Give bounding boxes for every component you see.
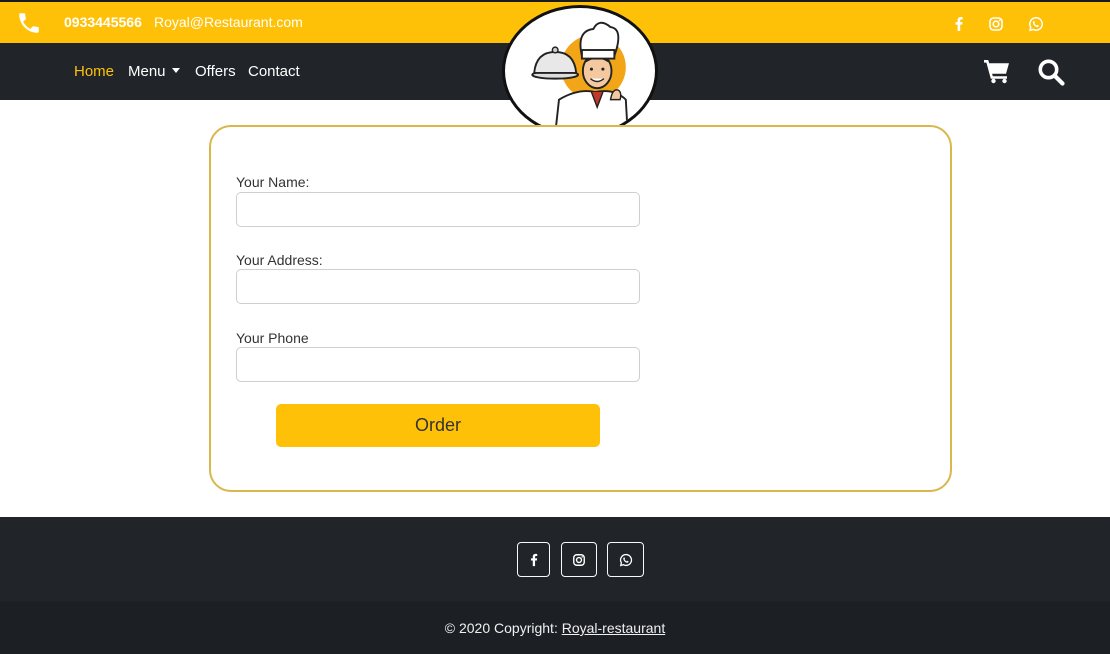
caret-down-icon (171, 68, 180, 73)
name-input[interactable] (236, 192, 640, 227)
address-label: Your Address: (236, 252, 323, 268)
whatsapp-icon[interactable] (1028, 16, 1044, 32)
email-address: Royal@Restaurant.com (154, 14, 303, 30)
phone-icon (16, 10, 42, 36)
search-icon[interactable] (1037, 58, 1065, 86)
footer-whatsapp-icon[interactable] (607, 542, 644, 577)
name-label: Your Name: (236, 174, 310, 190)
chef-logo-image (531, 21, 629, 134)
facebook-icon[interactable] (951, 16, 967, 32)
order-button[interactable]: Order (276, 404, 600, 447)
footer-facebook-icon[interactable] (517, 542, 550, 577)
phone-input[interactable] (236, 347, 640, 382)
phone-label: Your Phone (236, 330, 309, 346)
copyright-bar: © 2020 Copyright: Royal-restaurant (0, 601, 1110, 654)
nav-menu-dropdown[interactable]: Menu (128, 63, 180, 80)
footer (0, 517, 1110, 601)
copyright-link[interactable]: Royal-restaurant (562, 620, 666, 636)
restaurant-logo[interactable] (502, 5, 658, 137)
copyright-text: © 2020 Copyright: Royal-restaurant (0, 620, 1110, 636)
copyright-prefix: © 2020 Copyright: (444, 620, 562, 636)
nav-home[interactable]: Home (74, 63, 114, 80)
footer-instagram-icon[interactable] (561, 542, 597, 577)
page: 0933445566 Royal@Restaurant.com Home Men… (0, 0, 1110, 654)
phone-number: 0933445566 (64, 14, 142, 30)
instagram-icon[interactable] (988, 16, 1004, 32)
nav-menu-label: Menu (128, 63, 166, 80)
address-input[interactable] (236, 269, 640, 304)
nav-offers[interactable]: Offers (195, 63, 236, 80)
cart-icon[interactable] (983, 58, 1011, 84)
nav-contact[interactable]: Contact (248, 63, 300, 80)
